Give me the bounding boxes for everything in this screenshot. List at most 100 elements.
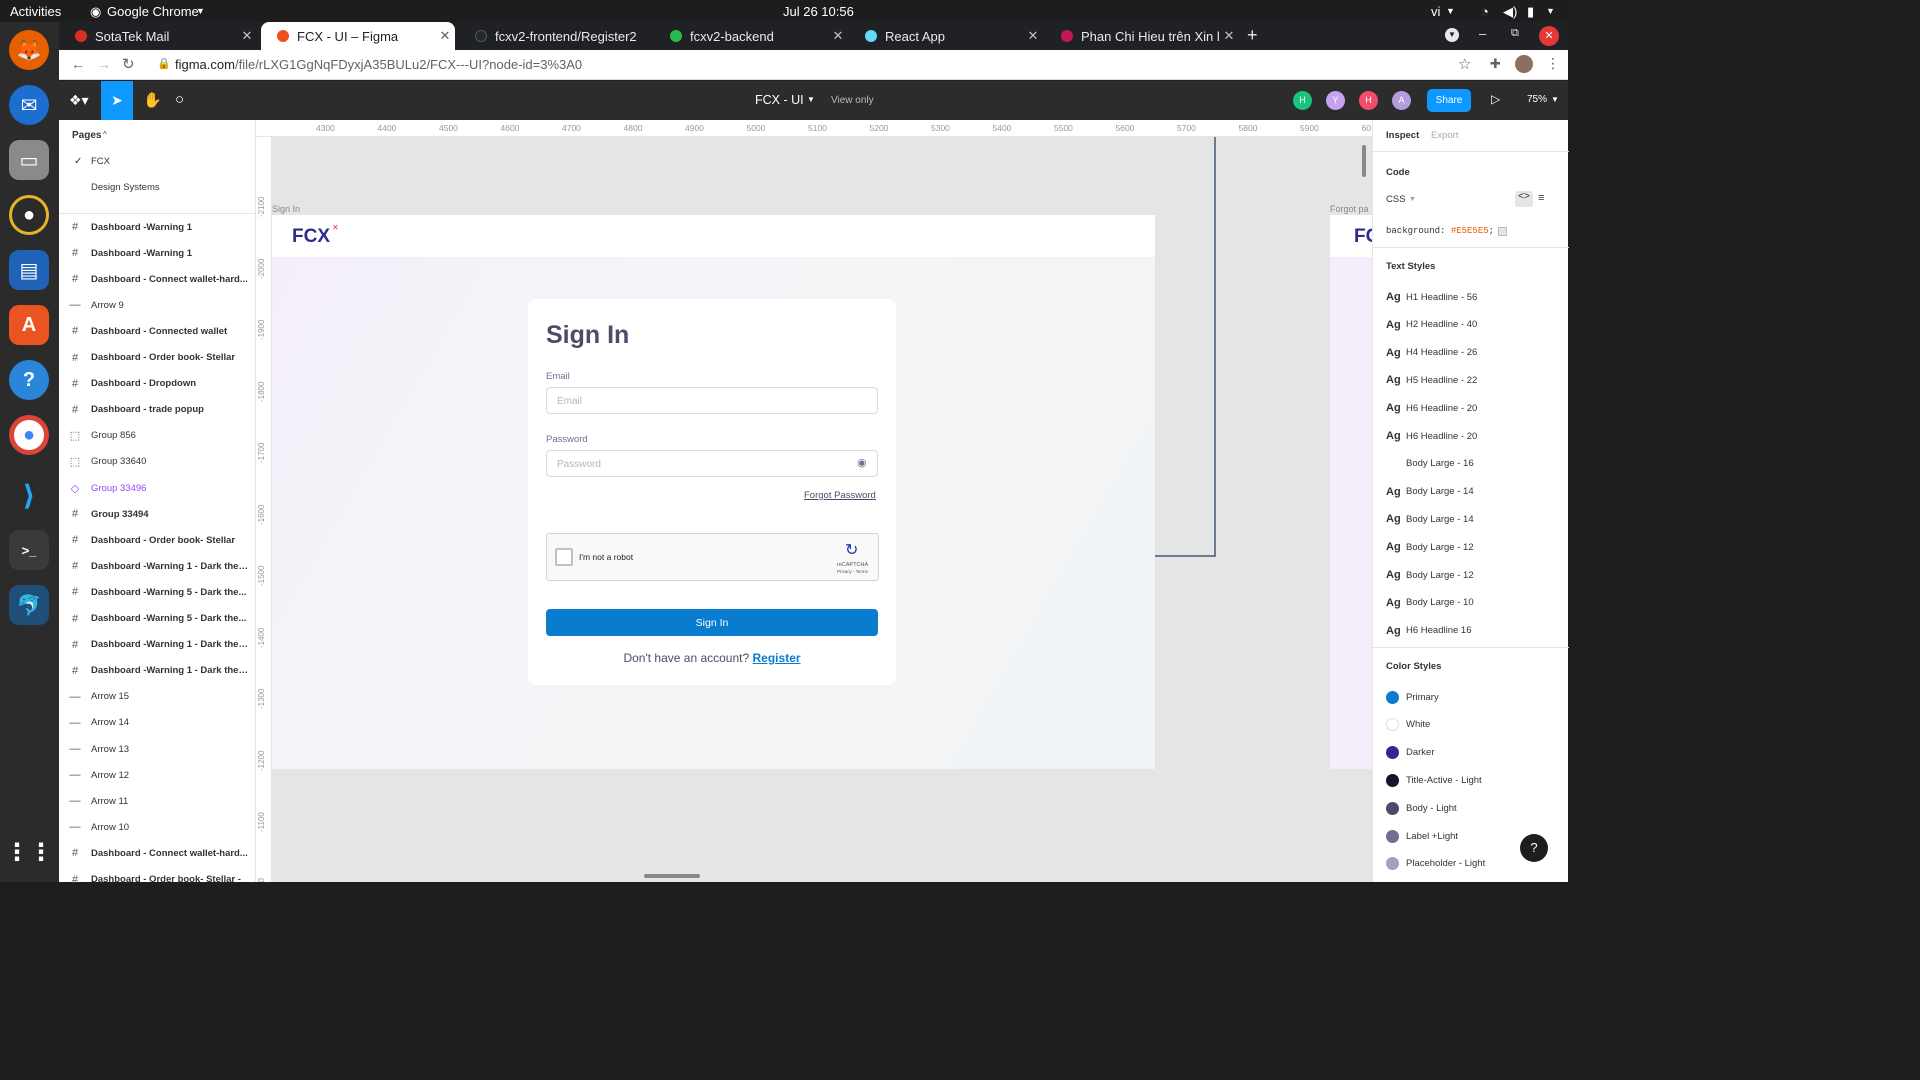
collaborator-avatar[interactable]: A: [1392, 91, 1411, 110]
help-button[interactable]: ?: [1520, 834, 1548, 862]
color-style-item[interactable]: Body - Light: [1386, 798, 1566, 818]
share-button[interactable]: Share: [1427, 89, 1471, 112]
terminal-icon[interactable]: >_: [9, 530, 49, 570]
help-icon[interactable]: ?: [9, 360, 49, 400]
text-style-item[interactable]: Ag H5 Headline - 22: [1386, 370, 1566, 390]
layer-item[interactable]: # Dashboard - Order book- Stellar: [59, 345, 256, 371]
show-apps-icon[interactable]: ⋮⋮: [5, 832, 53, 872]
email-field[interactable]: Email: [546, 387, 878, 414]
layer-item[interactable]: # Dashboard -Warning 1 - Dark theme: [59, 658, 256, 684]
software-center-icon[interactable]: A: [9, 305, 49, 345]
mysql-workbench-icon[interactable]: 🐬: [9, 585, 49, 625]
text-style-item[interactable]: Ag Body Large - 12: [1386, 537, 1566, 557]
tab-export[interactable]: Export: [1431, 130, 1458, 141]
wifi-icon[interactable]: ◔: [1481, 4, 1489, 19]
close-window-icon[interactable]: ✕: [1539, 26, 1559, 46]
color-style-item[interactable]: White: [1386, 715, 1566, 735]
back-icon[interactable]: ←: [71, 56, 85, 72]
register-link[interactable]: Register: [753, 651, 801, 665]
sign-in-frame[interactable]: FCX ✕ Sign In Email Email Password Passw…: [272, 215, 1155, 769]
comment-tool-icon[interactable]: ○: [175, 91, 184, 108]
text-style-item[interactable]: Body Large - 16: [1386, 454, 1566, 474]
chevron-down-icon[interactable]: ▼: [807, 95, 815, 104]
extensions-icon[interactable]: ✚: [1490, 56, 1501, 72]
captcha-checkbox[interactable]: [555, 548, 573, 566]
forgot-password-frame[interactable]: FC: [1330, 215, 1372, 769]
restore-icon[interactable]: ⧉: [1511, 27, 1519, 40]
layer-item[interactable]: — Arrow 10: [59, 814, 256, 840]
text-style-item[interactable]: Ag H2 Headline - 40: [1386, 315, 1566, 335]
minimize-icon[interactable]: –: [1479, 26, 1486, 41]
tab-react-app[interactable]: React App ✕: [849, 22, 1043, 50]
keyboard-language[interactable]: vi: [1431, 4, 1440, 19]
color-style-item[interactable]: Darker: [1386, 743, 1566, 763]
page-item-design-systems[interactable]: Design Systems: [91, 182, 160, 193]
layer-item[interactable]: # Group 33494: [59, 501, 256, 527]
activities-button[interactable]: Activities: [10, 4, 61, 19]
text-style-item[interactable]: Ag H6 Headline 16: [1386, 621, 1566, 641]
app-menu[interactable]: Google Chrome: [107, 4, 199, 19]
layer-item[interactable]: # Dashboard - Connect wallet-hard...: [59, 266, 256, 292]
text-style-item[interactable]: Ag H6 Headline - 20: [1386, 426, 1566, 446]
chevron-down-icon[interactable]: ▼: [1546, 6, 1555, 16]
frame-label[interactable]: Sign In: [272, 204, 300, 214]
layer-item[interactable]: # Dashboard - Order book- Stellar -: [59, 867, 256, 893]
layer-item[interactable]: # Dashboard -Warning 1: [59, 240, 256, 266]
chevron-up-icon[interactable]: ^: [103, 130, 107, 139]
url-field[interactable]: figma.com/file/rLXG1GgNqFDyxjA35BULu2/FC…: [175, 57, 582, 72]
chrome-icon[interactable]: ●: [9, 415, 49, 455]
zoom-level[interactable]: 75%: [1527, 94, 1547, 105]
layer-item[interactable]: # Dashboard - Dropdown: [59, 371, 256, 397]
layer-item[interactable]: # Dashboard -Warning 1: [59, 214, 256, 240]
tab-backend[interactable]: fcxv2-backend ✕: [654, 22, 848, 50]
collaborator-avatar[interactable]: H: [1293, 91, 1312, 110]
horizontal-scrollbar[interactable]: [644, 874, 700, 878]
clock[interactable]: Jul 26 10:56: [783, 4, 854, 19]
layer-item[interactable]: — Arrow 15: [59, 684, 256, 710]
layer-item[interactable]: — Arrow 9: [59, 292, 256, 318]
profile-avatar[interactable]: [1515, 55, 1533, 73]
list-view-icon[interactable]: ≡: [1538, 192, 1544, 204]
move-tool-icon[interactable]: ➤: [101, 81, 133, 120]
text-style-item[interactable]: Ag H4 Headline - 26: [1386, 343, 1566, 363]
close-icon[interactable]: ✕: [237, 28, 257, 44]
forgot-password-link[interactable]: Forgot Password: [804, 490, 876, 501]
hand-tool-icon[interactable]: ✋: [143, 91, 162, 109]
captcha-links[interactable]: Privacy - Terms: [837, 569, 868, 574]
tab-messenger[interactable]: Phan Chi Hieu trên Xin làm ✕: [1045, 22, 1239, 50]
firefox-icon[interactable]: 🦊: [9, 30, 49, 70]
layer-item[interactable]: — Arrow 11: [59, 788, 256, 814]
close-icon[interactable]: ✕: [828, 28, 848, 44]
sign-in-button[interactable]: Sign In: [546, 609, 878, 636]
rhythmbox-icon[interactable]: ●: [9, 195, 49, 235]
tab-figma[interactable]: FCX - UI – Figma ✕: [261, 22, 455, 50]
layer-item[interactable]: # Dashboard -Warning 1 - Dark theme: [59, 553, 256, 579]
layer-item[interactable]: ⬚ Group 33640: [59, 449, 256, 475]
chevron-down-icon[interactable]: ▼: [1409, 196, 1416, 203]
layer-item[interactable]: — Arrow 13: [59, 736, 256, 762]
chrome-menu-icon[interactable]: ⋮: [1546, 55, 1560, 72]
close-icon[interactable]: ✕: [1023, 28, 1043, 44]
vscode-icon[interactable]: ⟩: [9, 475, 49, 515]
color-style-item[interactable]: Title-Active - Light: [1386, 770, 1566, 790]
page-item-fcx[interactable]: FCX: [91, 156, 110, 167]
pages-header[interactable]: Pages: [72, 130, 101, 141]
present-play-icon[interactable]: ▷: [1491, 92, 1500, 106]
files-icon[interactable]: ▭: [9, 140, 49, 180]
layer-item[interactable]: ⬚ Group 856: [59, 423, 256, 449]
layer-item[interactable]: # Dashboard -Warning 5 - Dark the...: [59, 579, 256, 605]
color-style-item[interactable]: Primary: [1386, 687, 1566, 707]
figma-menu-icon[interactable]: ❖▾: [69, 92, 89, 109]
layer-item[interactable]: # Dashboard -Warning 1 - Dark theme: [59, 632, 256, 658]
eye-icon[interactable]: ◉: [857, 456, 867, 469]
volume-icon[interactable]: ◀): [1503, 4, 1517, 20]
reload-icon[interactable]: ↻: [122, 55, 135, 73]
close-icon[interactable]: ✕: [1219, 28, 1239, 44]
layer-item[interactable]: # Dashboard - Order book- Stellar: [59, 527, 256, 553]
thunderbird-icon[interactable]: ✉: [9, 85, 49, 125]
tab-sotatek-mail[interactable]: SotaTek Mail ✕: [59, 22, 257, 50]
tab-frontend[interactable]: fcxv2-frontend/Register2: [459, 22, 653, 50]
tab-search-icon[interactable]: ▼: [1445, 28, 1459, 42]
layer-item[interactable]: # Dashboard - Connect wallet-hard...: [59, 840, 256, 866]
vertical-scrollbar[interactable]: [1362, 145, 1366, 177]
